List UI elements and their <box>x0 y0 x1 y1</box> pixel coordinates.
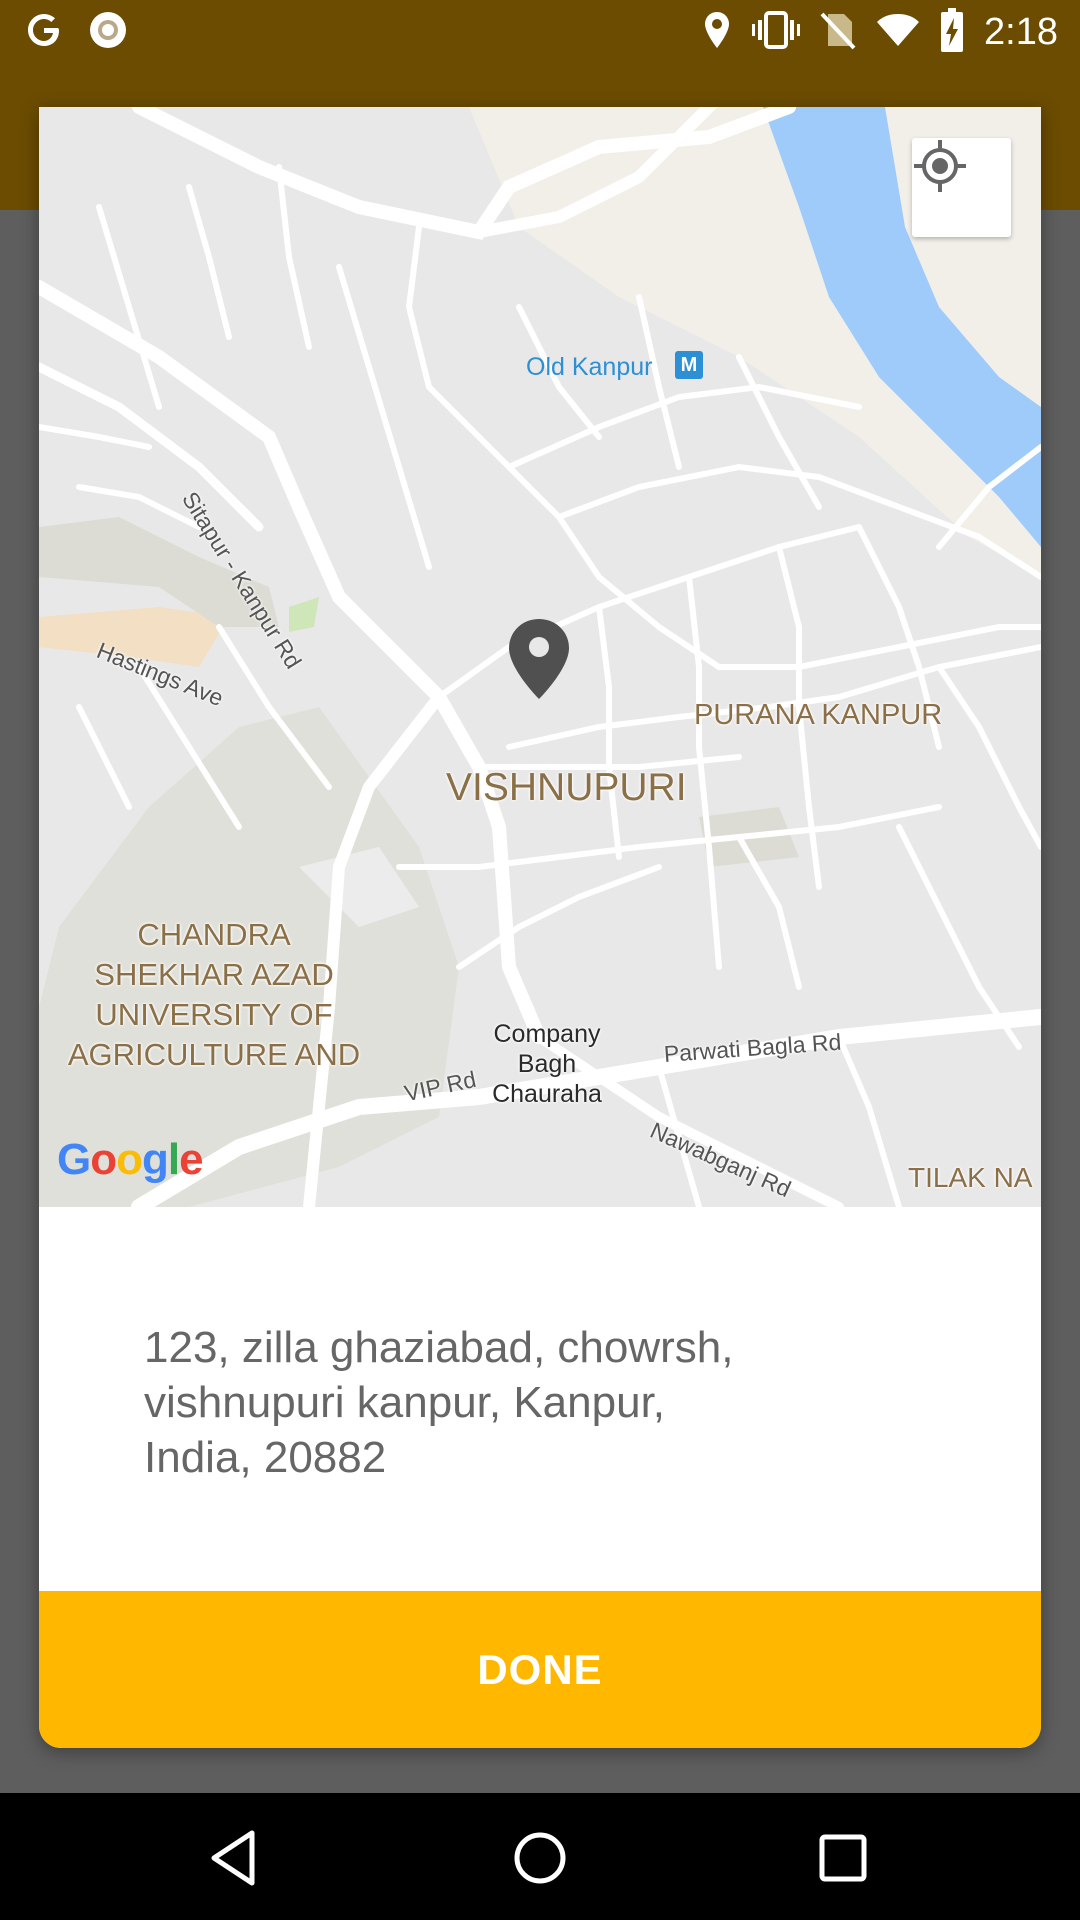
no-sim-icon <box>820 10 856 55</box>
vibrate-icon <box>752 10 801 55</box>
wifi-icon <box>876 12 920 53</box>
google-logo: Google <box>57 1135 204 1184</box>
metro-station-icon: M <box>675 351 703 379</box>
circle-notification-icon <box>88 10 128 55</box>
recents-icon[interactable] <box>808 1823 878 1893</box>
status-right-icons: 2:18 <box>702 7 1058 57</box>
map-label-vishnupuri: VISHNUPURI <box>446 766 687 809</box>
status-bar: 2:18 <box>0 0 1080 63</box>
status-left-icons <box>24 10 128 54</box>
map-label-company-bagh-chauraha: Company Bagh Chauraha <box>492 1020 602 1108</box>
selected-address-text: 123, zilla ghaziabad, chowrsh, vishnupur… <box>144 1323 734 1482</box>
map-label-university: CHANDRA SHEKHAR AZAD UNIVERSITY OF AGRIC… <box>67 917 361 1072</box>
map-view[interactable]: Old Kanpur M Sitapur - Kanpur Rd Hasting… <box>39 107 1041 1207</box>
system-navigation-bar <box>0 1793 1080 1920</box>
location-picker-dialog: Old Kanpur M Sitapur - Kanpur Rd Hasting… <box>39 107 1041 1748</box>
battery-charging-icon <box>940 7 964 57</box>
map-label-tilak-na: TILAK NA <box>908 1162 1033 1193</box>
google-icon <box>24 10 64 55</box>
status-time: 2:18 <box>984 10 1058 53</box>
map-label-old-kanpur: Old Kanpur <box>526 353 653 381</box>
back-icon[interactable] <box>200 1823 270 1893</box>
done-button[interactable]: DONE <box>39 1591 1041 1748</box>
my-location-button[interactable] <box>912 138 1011 237</box>
location-icon <box>702 10 732 55</box>
home-icon[interactable] <box>505 1823 575 1893</box>
map-label-purana-kanpur: PURANA KANPUR <box>694 699 943 731</box>
